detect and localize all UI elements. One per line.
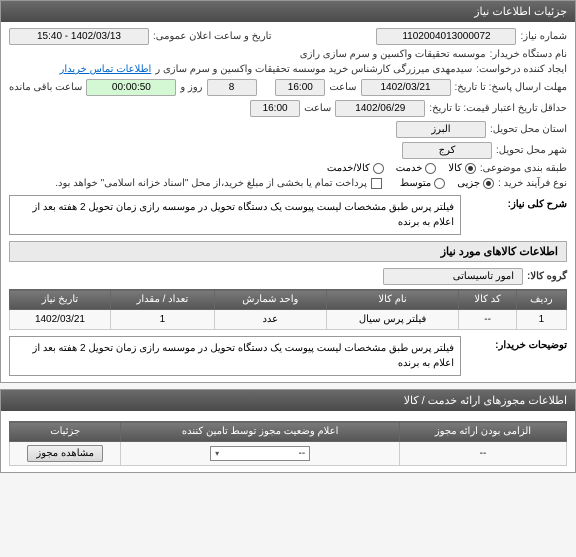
timer-label: ساعت باقی مانده	[9, 82, 82, 93]
city-label: شهر محل تحویل:	[496, 145, 567, 156]
buyer-value: موسسه تحقیقات واکسین و سرم سازی رازی	[300, 49, 486, 60]
th-detail: جزئیات	[10, 422, 121, 442]
deadline-label: مهلت ارسال پاسخ: تا تاریخ:	[455, 82, 567, 93]
select-value: --	[298, 448, 305, 459]
buyer-notes-label: توضیحات خریدار:	[467, 336, 567, 351]
td-code: --	[459, 310, 516, 330]
creator-value: سیدمهدی میرزرگی کارشناس خرید موسسه تحقیق…	[155, 64, 472, 75]
th-radif: ردیف	[516, 290, 566, 310]
panel-header-need-details: جزئیات اطلاعات نیاز	[1, 1, 575, 22]
deadline-hour: 16:00	[275, 79, 325, 96]
need-number-label: شماره نیاز:	[520, 31, 567, 42]
td-unit: عدد	[214, 310, 326, 330]
countdown-timer: 00:00:50	[86, 79, 176, 96]
table-row: -- -- ▾ مشاهده مجوز	[10, 442, 567, 466]
td-qty: 1	[110, 310, 214, 330]
group-label: گروه کالا:	[527, 271, 567, 282]
radio-kala[interactable]: کالا	[448, 163, 476, 174]
radio-jozee[interactable]: جزیی	[457, 178, 494, 189]
th-name: نام کالا	[326, 290, 459, 310]
radio-label: کالا	[448, 163, 462, 174]
th-unit: واحد شمارش	[214, 290, 326, 310]
radio-icon	[373, 163, 384, 174]
td-detail: مشاهده مجوز	[10, 442, 121, 466]
panel-body: شماره نیاز: 1102004013000072 تاریخ و ساع…	[1, 22, 575, 382]
table-header-row: الزامی بودن ارائه مجوز اعلام وضعیت مجوز …	[10, 422, 567, 442]
need-details-panel: جزئیات اطلاعات نیاز شماره نیاز: 11020040…	[0, 0, 576, 383]
buyer-label: نام دستگاه خریدار:	[490, 49, 567, 60]
radio-motavaset[interactable]: متوسط	[400, 178, 445, 189]
purchase-type-label: نوع فرآیند خرید :	[498, 178, 567, 189]
treasury-checkbox[interactable]	[371, 178, 382, 189]
td-required: --	[399, 442, 566, 466]
general-desc-text: فیلتر پرس طبق مشخصات لیست پیوست یک دستگا…	[9, 195, 461, 235]
th-status: اعلام وضعیت مجوز توسط تامین کننده	[121, 422, 400, 442]
items-subheader: اطلاعات کالاهای مورد نیاز	[9, 241, 567, 262]
contact-buyer-link[interactable]: اطلاعات تماس خریدار	[59, 64, 151, 75]
th-code: کد کالا	[459, 290, 516, 310]
payment-note: پرداخت تمام یا بخشی از مبلغ خرید،از محل …	[55, 178, 367, 189]
general-desc-label: شرح کلی نیاز:	[467, 195, 567, 210]
min-credit-hour: 16:00	[250, 100, 300, 117]
subject-class-label: طبقه بندی موضوعی:	[480, 163, 567, 174]
status-select[interactable]: -- ▾	[210, 446, 310, 461]
chevron-down-icon: ▾	[215, 449, 219, 458]
radio-label: خدمت	[396, 163, 423, 174]
announce-label: تاریخ و ساعت اعلان عمومی:	[153, 31, 272, 42]
table-header-row: ردیف کد کالا نام کالا واحد شمارش تعداد /…	[10, 290, 567, 310]
radio-khadamat[interactable]: خدمت	[396, 163, 437, 174]
th-required: الزامی بودن ارائه مجوز	[399, 422, 566, 442]
table-row: 1 -- فیلتر پرس سیال عدد 1 1402/03/21	[10, 310, 567, 330]
td-name: فیلتر پرس سیال	[326, 310, 459, 330]
licenses-panel: اطلاعات مجوزهای ارائه خدمت / کالا الزامی…	[0, 389, 576, 473]
province-value: البرز	[396, 121, 486, 138]
min-credit-label: حداقل تاریخ اعتبار قیمت: تا تاریخ:	[429, 103, 567, 114]
buyer-notes-text: فیلتر پرس طبق مشخصات لیست پیوست یک دستگا…	[9, 336, 461, 376]
panel-body: الزامی بودن ارائه مجوز اعلام وضعیت مجوز …	[1, 411, 575, 472]
radio-label: جزیی	[457, 178, 480, 189]
purchase-type-radios: جزیی متوسط	[400, 178, 494, 189]
td-date: 1402/03/21	[10, 310, 111, 330]
city-value: کرج	[402, 142, 492, 159]
panel-title: اطلاعات مجوزهای ارائه خدمت / کالا	[404, 395, 567, 407]
td-radif: 1	[516, 310, 566, 330]
panel-title: جزئیات اطلاعات نیاز	[474, 6, 567, 18]
min-credit-date: 1402/06/29	[335, 100, 425, 117]
th-date: تاریخ نیاز	[10, 290, 111, 310]
radio-icon	[425, 163, 436, 174]
announce-value: 1402/03/13 - 15:40	[9, 28, 149, 45]
subject-class-radios: کالا خدمت کالا/خدمت	[327, 163, 476, 174]
deadline-hour-label: ساعت	[329, 82, 356, 93]
items-table: ردیف کد کالا نام کالا واحد شمارش تعداد /…	[9, 289, 567, 330]
radio-icon	[483, 178, 494, 189]
licenses-table: الزامی بودن ارائه مجوز اعلام وضعیت مجوز …	[9, 421, 567, 466]
radio-label: کالا/خدمت	[327, 163, 370, 174]
radio-icon	[434, 178, 445, 189]
radio-icon	[465, 163, 476, 174]
min-credit-hour-label: ساعت	[304, 103, 331, 114]
days-label: روز و	[180, 82, 202, 93]
creator-label: ایجاد کننده درخواست:	[476, 64, 567, 75]
view-license-button[interactable]: مشاهده مجوز	[27, 445, 103, 462]
panel-header-licenses: اطلاعات مجوزهای ارائه خدمت / کالا	[1, 390, 575, 411]
radio-label: متوسط	[400, 178, 431, 189]
need-number-value: 1102004013000072	[376, 28, 516, 45]
deadline-date: 1402/03/21	[361, 79, 451, 96]
th-qty: تعداد / مقدار	[110, 290, 214, 310]
days-remaining: 8	[207, 79, 257, 96]
radio-kala-khadamat[interactable]: کالا/خدمت	[327, 163, 384, 174]
province-label: استان محل تحویل:	[490, 124, 567, 135]
group-value: امور تاسیساتی	[383, 268, 523, 285]
td-status: -- ▾	[121, 442, 400, 466]
